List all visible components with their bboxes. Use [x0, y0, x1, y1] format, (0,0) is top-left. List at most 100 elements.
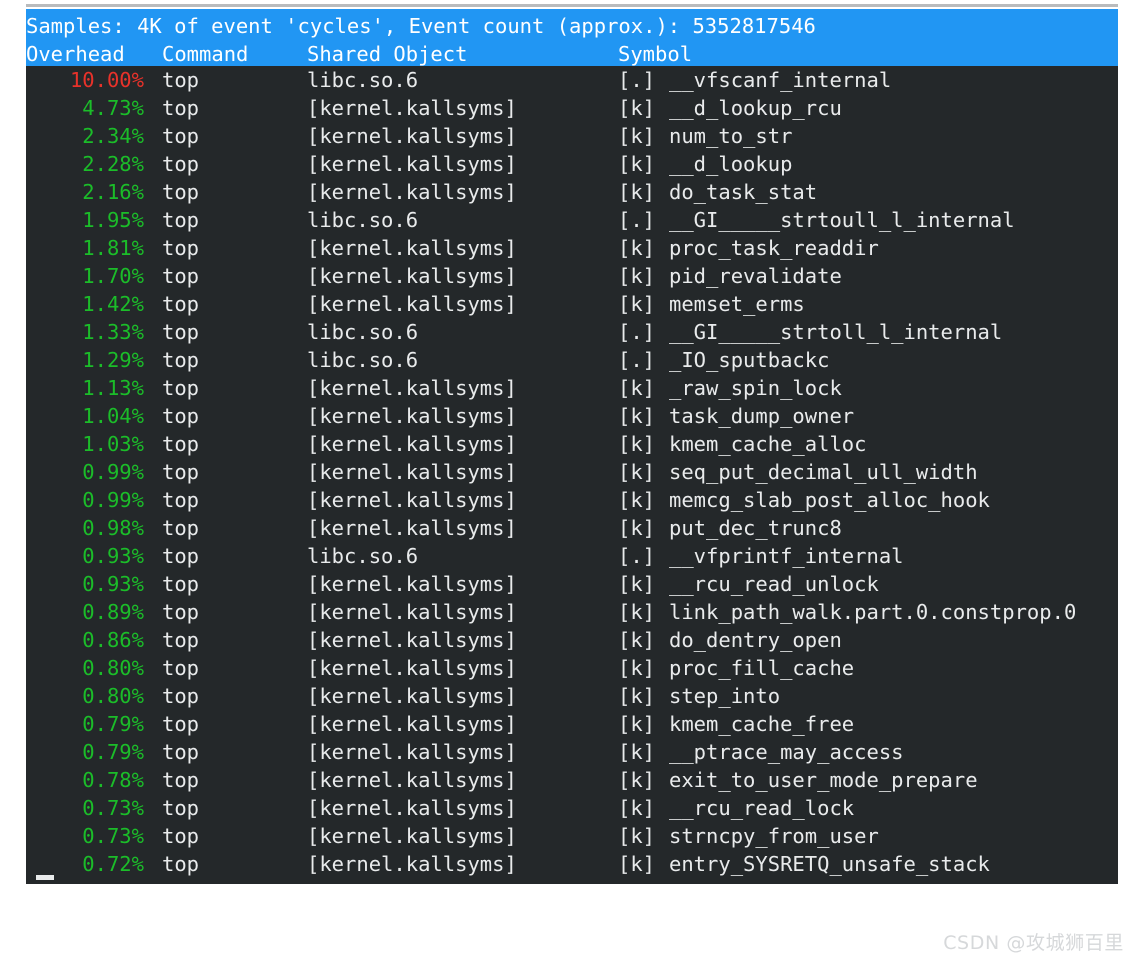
row-symbol: memcg_slab_post_alloc_hook — [669, 488, 990, 512]
row-dso-marker: [k] — [618, 180, 656, 204]
row-shared-object: [kernel.kallsyms] — [307, 96, 517, 120]
row-dso-marker: [k] — [618, 740, 656, 764]
row-overhead-percent: 1.81% — [82, 236, 144, 260]
row-shared-object: [kernel.kallsyms] — [307, 404, 517, 428]
row-dso-marker: [.] — [618, 348, 656, 372]
row-overhead-percent: 0.86% — [82, 628, 144, 652]
row-symbol: strncpy_from_user — [669, 824, 879, 848]
samples-summary-line: Samples: 4K of event 'cycles', Event cou… — [26, 14, 816, 38]
row-command: top — [162, 236, 200, 260]
table-row[interactable]: 1.33% top libc.so.6 [.] __GI_____strtoll_l_i… — [26, 318, 1118, 346]
table-row[interactable]: 0.73% top [kernel.kallsyms] [k] __rcu_read_l… — [26, 794, 1118, 822]
row-overhead-percent: 1.70% — [82, 264, 144, 288]
table-row[interactable]: 0.72% top [kernel.kallsyms] [k] entry_SYSRET… — [26, 850, 1118, 878]
row-dso-marker: [k] — [618, 796, 656, 820]
table-row[interactable]: 0.86% top [kernel.kallsyms] [k] do_dentry_op… — [26, 626, 1118, 654]
table-row[interactable]: 0.98% top [kernel.kallsyms] [k] put_dec_trun… — [26, 514, 1118, 542]
table-row[interactable]: 1.95% top libc.so.6 [.] __GI_____strtoull_l_… — [26, 206, 1118, 234]
row-overhead-percent: 0.80% — [82, 656, 144, 680]
table-row[interactable]: 0.79% top [kernel.kallsyms] [k] kmem_cache_f… — [26, 710, 1118, 738]
row-dso-marker: [k] — [618, 628, 656, 652]
row-symbol: __ptrace_may_access — [669, 740, 904, 764]
row-command: top — [162, 152, 200, 176]
row-symbol: __GI_____strtoull_l_internal — [669, 208, 1015, 232]
row-symbol: do_task_stat — [669, 180, 818, 204]
table-row[interactable]: 1.29% top libc.so.6 [.] _IO_sputbackc — [26, 346, 1118, 374]
row-symbol: kmem_cache_free — [669, 712, 855, 736]
row-symbol: num_to_str — [669, 124, 793, 148]
table-row[interactable]: 0.93% top libc.so.6 [.] __vfprintf_internal — [26, 542, 1118, 570]
table-row[interactable]: 0.89% top [kernel.kallsyms] [k] link_path_wa… — [26, 598, 1118, 626]
row-overhead-percent: 2.28% — [82, 152, 144, 176]
row-overhead-percent: 0.80% — [82, 684, 144, 708]
row-dso-marker: [k] — [618, 656, 656, 680]
column-header-shared-object[interactable]: Shared Object — [307, 40, 467, 68]
row-dso-marker: [k] — [618, 488, 656, 512]
table-row[interactable]: 1.42% top [kernel.kallsyms] [k] memset_erms — [26, 290, 1118, 318]
row-symbol: put_dec_trunc8 — [669, 516, 842, 540]
row-overhead-percent: 0.73% — [82, 824, 144, 848]
row-command: top — [162, 824, 200, 848]
row-dso-marker: [k] — [618, 292, 656, 316]
column-header-row: Overhead Command Shared Object Symbol — [26, 40, 1118, 68]
table-row[interactable]: 0.80% top [kernel.kallsyms] [k] step_into — [26, 682, 1118, 710]
table-row[interactable]: 0.73% top [kernel.kallsyms] [k] strncpy_from… — [26, 822, 1118, 850]
table-row[interactable]: 0.99% top [kernel.kallsyms] [k] seq_put_deci… — [26, 458, 1118, 486]
table-row[interactable]: 2.34% top [kernel.kallsyms] [k] num_to_str — [26, 122, 1118, 150]
row-dso-marker: [k] — [618, 432, 656, 456]
column-header-overhead[interactable]: Overhead — [26, 40, 125, 68]
row-shared-object: [kernel.kallsyms] — [307, 124, 517, 148]
row-shared-object: [kernel.kallsyms] — [307, 572, 517, 596]
profile-row-list: 10.00% top libc.so.6 [.] __vfscanf_internal 4… — [26, 66, 1118, 878]
table-row[interactable]: 2.28% top [kernel.kallsyms] [k] __d_lookup — [26, 150, 1118, 178]
row-shared-object: [kernel.kallsyms] — [307, 656, 517, 680]
table-row[interactable]: 0.93% top [kernel.kallsyms] [k] __rcu_read_u… — [26, 570, 1118, 598]
row-overhead-percent: 1.03% — [82, 432, 144, 456]
row-overhead-percent: 0.93% — [82, 544, 144, 568]
row-shared-object: [kernel.kallsyms] — [307, 600, 517, 624]
row-dso-marker: [.] — [618, 68, 656, 92]
row-overhead-percent: 10.00% — [69, 68, 144, 92]
table-row[interactable]: 2.16% top [kernel.kallsyms] [k] do_task_stat — [26, 178, 1118, 206]
row-symbol: step_into — [669, 684, 781, 708]
row-command: top — [162, 488, 200, 512]
row-overhead-percent: 1.95% — [82, 208, 144, 232]
terminal-window[interactable]: Samples: 4K of event 'cycles', Event cou… — [26, 9, 1118, 884]
row-overhead-percent: 0.79% — [82, 740, 144, 764]
table-row[interactable]: 0.79% top [kernel.kallsyms] [k] __ptrace_may… — [26, 738, 1118, 766]
row-symbol: proc_task_readdir — [669, 236, 879, 260]
table-row[interactable]: 1.03% top [kernel.kallsyms] [k] kmem_cache_a… — [26, 430, 1118, 458]
row-symbol: proc_fill_cache — [669, 656, 855, 680]
row-symbol: _raw_spin_lock — [669, 376, 842, 400]
row-command: top — [162, 516, 200, 540]
row-dso-marker: [k] — [618, 824, 656, 848]
row-shared-object: [kernel.kallsyms] — [307, 152, 517, 176]
row-overhead-percent: 0.99% — [82, 488, 144, 512]
row-symbol: entry_SYSRETQ_unsafe_stack — [669, 852, 990, 876]
row-shared-object: [kernel.kallsyms] — [307, 768, 517, 792]
row-dso-marker: [k] — [618, 152, 656, 176]
table-row[interactable]: 1.70% top [kernel.kallsyms] [k] pid_revalida… — [26, 262, 1118, 290]
table-row[interactable]: 0.78% top [kernel.kallsyms] [k] exit_to_user… — [26, 766, 1118, 794]
row-overhead-percent: 0.72% — [82, 852, 144, 876]
row-overhead-percent: 1.29% — [82, 348, 144, 372]
row-shared-object: [kernel.kallsyms] — [307, 684, 517, 708]
row-command: top — [162, 684, 200, 708]
row-dso-marker: [.] — [618, 544, 656, 568]
column-header-symbol[interactable]: Symbol — [618, 40, 692, 68]
table-row[interactable]: 0.99% top [kernel.kallsyms] [k] memcg_slab_p… — [26, 486, 1118, 514]
table-row[interactable]: 10.00% top libc.so.6 [.] __vfscanf_internal — [26, 66, 1118, 94]
csdn-watermark: CSDN @攻城狮百里 — [943, 932, 1124, 954]
table-row[interactable]: 1.13% top [kernel.kallsyms] [k] _raw_spin_lo… — [26, 374, 1118, 402]
row-shared-object: libc.so.6 — [307, 320, 419, 344]
table-row[interactable]: 1.81% top [kernel.kallsyms] [k] proc_task_re… — [26, 234, 1118, 262]
column-header-command[interactable]: Command — [162, 40, 248, 68]
table-row[interactable]: 1.04% top [kernel.kallsyms] [k] task_dump_ow… — [26, 402, 1118, 430]
row-shared-object: libc.so.6 — [307, 208, 419, 232]
row-shared-object: [kernel.kallsyms] — [307, 740, 517, 764]
table-row[interactable]: 0.80% top [kernel.kallsyms] [k] proc_fill_ca… — [26, 654, 1118, 682]
table-row[interactable]: 4.73% top [kernel.kallsyms] [k] __d_lookup_r… — [26, 94, 1118, 122]
row-shared-object: libc.so.6 — [307, 544, 419, 568]
row-symbol: task_dump_owner — [669, 404, 855, 428]
row-overhead-percent: 0.89% — [82, 600, 144, 624]
